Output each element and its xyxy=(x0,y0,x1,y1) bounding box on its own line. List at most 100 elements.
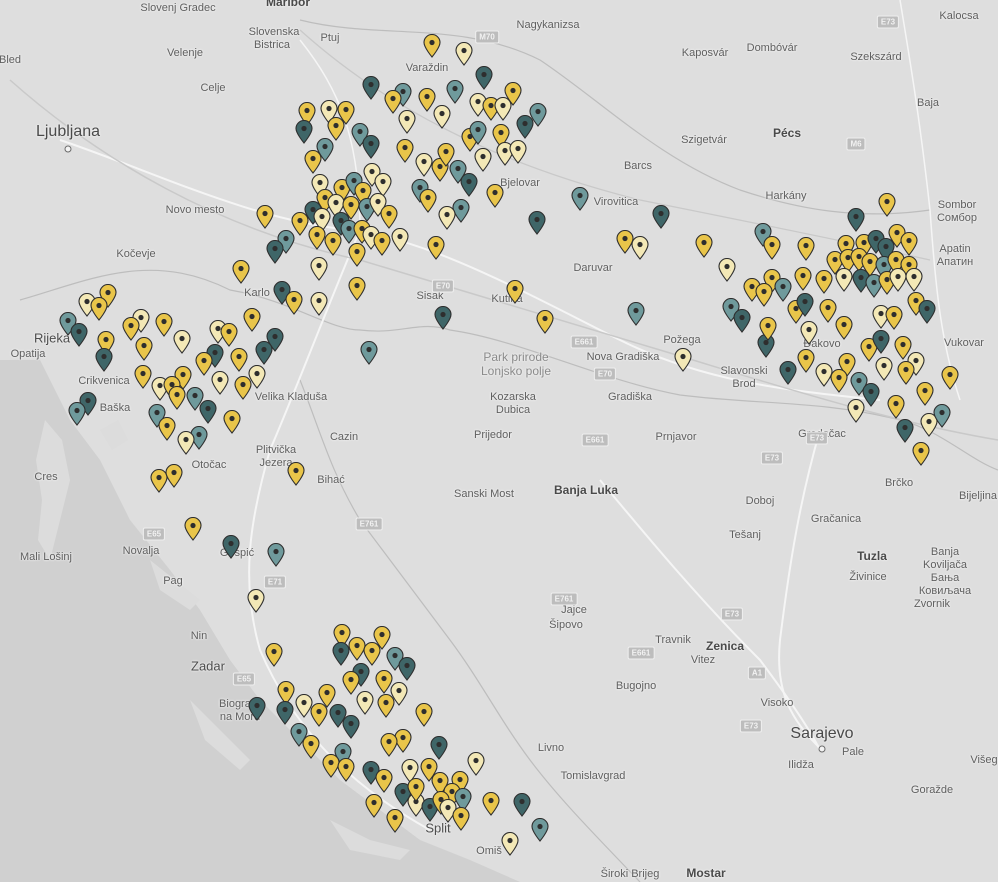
map-pin-icon[interactable] xyxy=(501,832,519,856)
map-pin-icon[interactable] xyxy=(800,321,818,345)
map-pin-icon[interactable] xyxy=(356,691,374,715)
map-pin-icon[interactable] xyxy=(304,150,322,174)
map-pin-icon[interactable] xyxy=(455,42,473,66)
map-pin-icon[interactable] xyxy=(373,232,391,256)
map-pin-icon[interactable] xyxy=(474,148,492,172)
map-pin-icon[interactable] xyxy=(847,399,865,423)
map-pin-icon[interactable] xyxy=(362,135,380,159)
map-pin-icon[interactable] xyxy=(847,208,865,232)
map-pin-icon[interactable] xyxy=(835,268,853,292)
map-pin-icon[interactable] xyxy=(763,236,781,260)
map-pin-icon[interactable] xyxy=(380,733,398,757)
map-pin-icon[interactable] xyxy=(199,400,217,424)
map-pin-icon[interactable] xyxy=(377,694,395,718)
map-pin-icon[interactable] xyxy=(815,270,833,294)
map-pin-icon[interactable] xyxy=(276,701,294,725)
map-pin-icon[interactable] xyxy=(295,120,313,144)
map-pin-icon[interactable] xyxy=(513,793,531,817)
map-pin-icon[interactable] xyxy=(415,703,433,727)
map-pin-icon[interactable] xyxy=(247,589,265,613)
map-pin-icon[interactable] xyxy=(797,349,815,373)
map-pin-icon[interactable] xyxy=(536,310,554,334)
map-pin-icon[interactable] xyxy=(266,240,284,264)
map-pin-icon[interactable] xyxy=(733,309,751,333)
map-pin-icon[interactable] xyxy=(755,283,773,307)
map-pin-icon[interactable] xyxy=(342,715,360,739)
map-pin-icon[interactable] xyxy=(918,300,936,324)
map-pin-icon[interactable] xyxy=(391,228,409,252)
map-pin-icon[interactable] xyxy=(248,697,266,721)
map-pin-icon[interactable] xyxy=(774,278,792,302)
map-pin-icon[interactable] xyxy=(467,752,485,776)
map-pin-icon[interactable] xyxy=(897,361,915,385)
map-pin-icon[interactable] xyxy=(248,365,266,389)
map-pin-icon[interactable] xyxy=(386,809,404,833)
map-pin-icon[interactable] xyxy=(516,115,534,139)
map-pin-icon[interactable] xyxy=(380,205,398,229)
map-pin-icon[interactable] xyxy=(310,292,328,316)
map-pin-icon[interactable] xyxy=(324,232,342,256)
map-pin-icon[interactable] xyxy=(438,206,456,230)
map-pin-icon[interactable] xyxy=(486,184,504,208)
map-pin-icon[interactable] xyxy=(177,431,195,455)
map-pin-icon[interactable] xyxy=(887,395,905,419)
map-pin-icon[interactable] xyxy=(905,268,923,292)
map-pin-icon[interactable] xyxy=(718,258,736,282)
map-pin-icon[interactable] xyxy=(896,419,914,443)
map-pin-icon[interactable] xyxy=(230,348,248,372)
map-pin-icon[interactable] xyxy=(531,818,549,842)
map-pin-icon[interactable] xyxy=(430,736,448,760)
map-pin-icon[interactable] xyxy=(310,703,328,727)
map-pin-icon[interactable] xyxy=(362,76,380,100)
map-pin-icon[interactable] xyxy=(872,330,890,354)
map-pin-icon[interactable] xyxy=(423,34,441,58)
map-pin-icon[interactable] xyxy=(398,110,416,134)
map-pin-icon[interactable] xyxy=(222,535,240,559)
map-pin-icon[interactable] xyxy=(396,139,414,163)
map-pin-icon[interactable] xyxy=(571,187,589,211)
map-pin-icon[interactable] xyxy=(427,236,445,260)
map-pin-icon[interactable] xyxy=(759,317,777,341)
map-pin-icon[interactable] xyxy=(941,366,959,390)
map-pin-icon[interactable] xyxy=(348,243,366,267)
map-pin-icon[interactable] xyxy=(460,173,478,197)
map-pin-icon[interactable] xyxy=(256,205,274,229)
map-pin-icon[interactable] xyxy=(797,237,815,261)
map-pin-icon[interactable] xyxy=(631,236,649,260)
map-pin-icon[interactable] xyxy=(878,193,896,217)
map-pin-icon[interactable] xyxy=(285,291,303,315)
map-pin-icon[interactable] xyxy=(287,462,305,486)
map-pin-icon[interactable] xyxy=(652,205,670,229)
map-pin-icon[interactable] xyxy=(509,140,527,164)
map-pin-icon[interactable] xyxy=(310,257,328,281)
map-pin-icon[interactable] xyxy=(243,308,261,332)
map-pin-icon[interactable] xyxy=(158,417,176,441)
map-pin-icon[interactable] xyxy=(165,464,183,488)
map-pin-icon[interactable] xyxy=(134,365,152,389)
map-pin-icon[interactable] xyxy=(794,267,812,291)
map-pin-icon[interactable] xyxy=(168,386,186,410)
map-pin-icon[interactable] xyxy=(695,234,713,258)
map-pin-icon[interactable] xyxy=(933,404,951,428)
map-pin-icon[interactable] xyxy=(365,794,383,818)
map-pin-icon[interactable] xyxy=(360,341,378,365)
map-pin-icon[interactable] xyxy=(337,758,355,782)
map-pin-icon[interactable] xyxy=(912,442,930,466)
map-pin-icon[interactable] xyxy=(452,807,470,831)
map-pin-icon[interactable] xyxy=(68,402,86,426)
map-pin-icon[interactable] xyxy=(627,302,645,326)
map-pin-icon[interactable] xyxy=(223,410,241,434)
map-pin-icon[interactable] xyxy=(433,105,451,129)
map-pin-icon[interactable] xyxy=(211,371,229,395)
map-pin-icon[interactable] xyxy=(135,337,153,361)
map-pin-icon[interactable] xyxy=(302,735,320,759)
map-pin-icon[interactable] xyxy=(835,316,853,340)
map-pin-icon[interactable] xyxy=(184,517,202,541)
map-pin-icon[interactable] xyxy=(419,189,437,213)
map-pin-icon[interactable] xyxy=(232,260,250,284)
map-pin-icon[interactable] xyxy=(173,330,191,354)
map-pin-icon[interactable] xyxy=(446,80,464,104)
map-pin-icon[interactable] xyxy=(482,792,500,816)
map-pin-icon[interactable] xyxy=(255,341,273,365)
map-pin-icon[interactable] xyxy=(407,778,425,802)
